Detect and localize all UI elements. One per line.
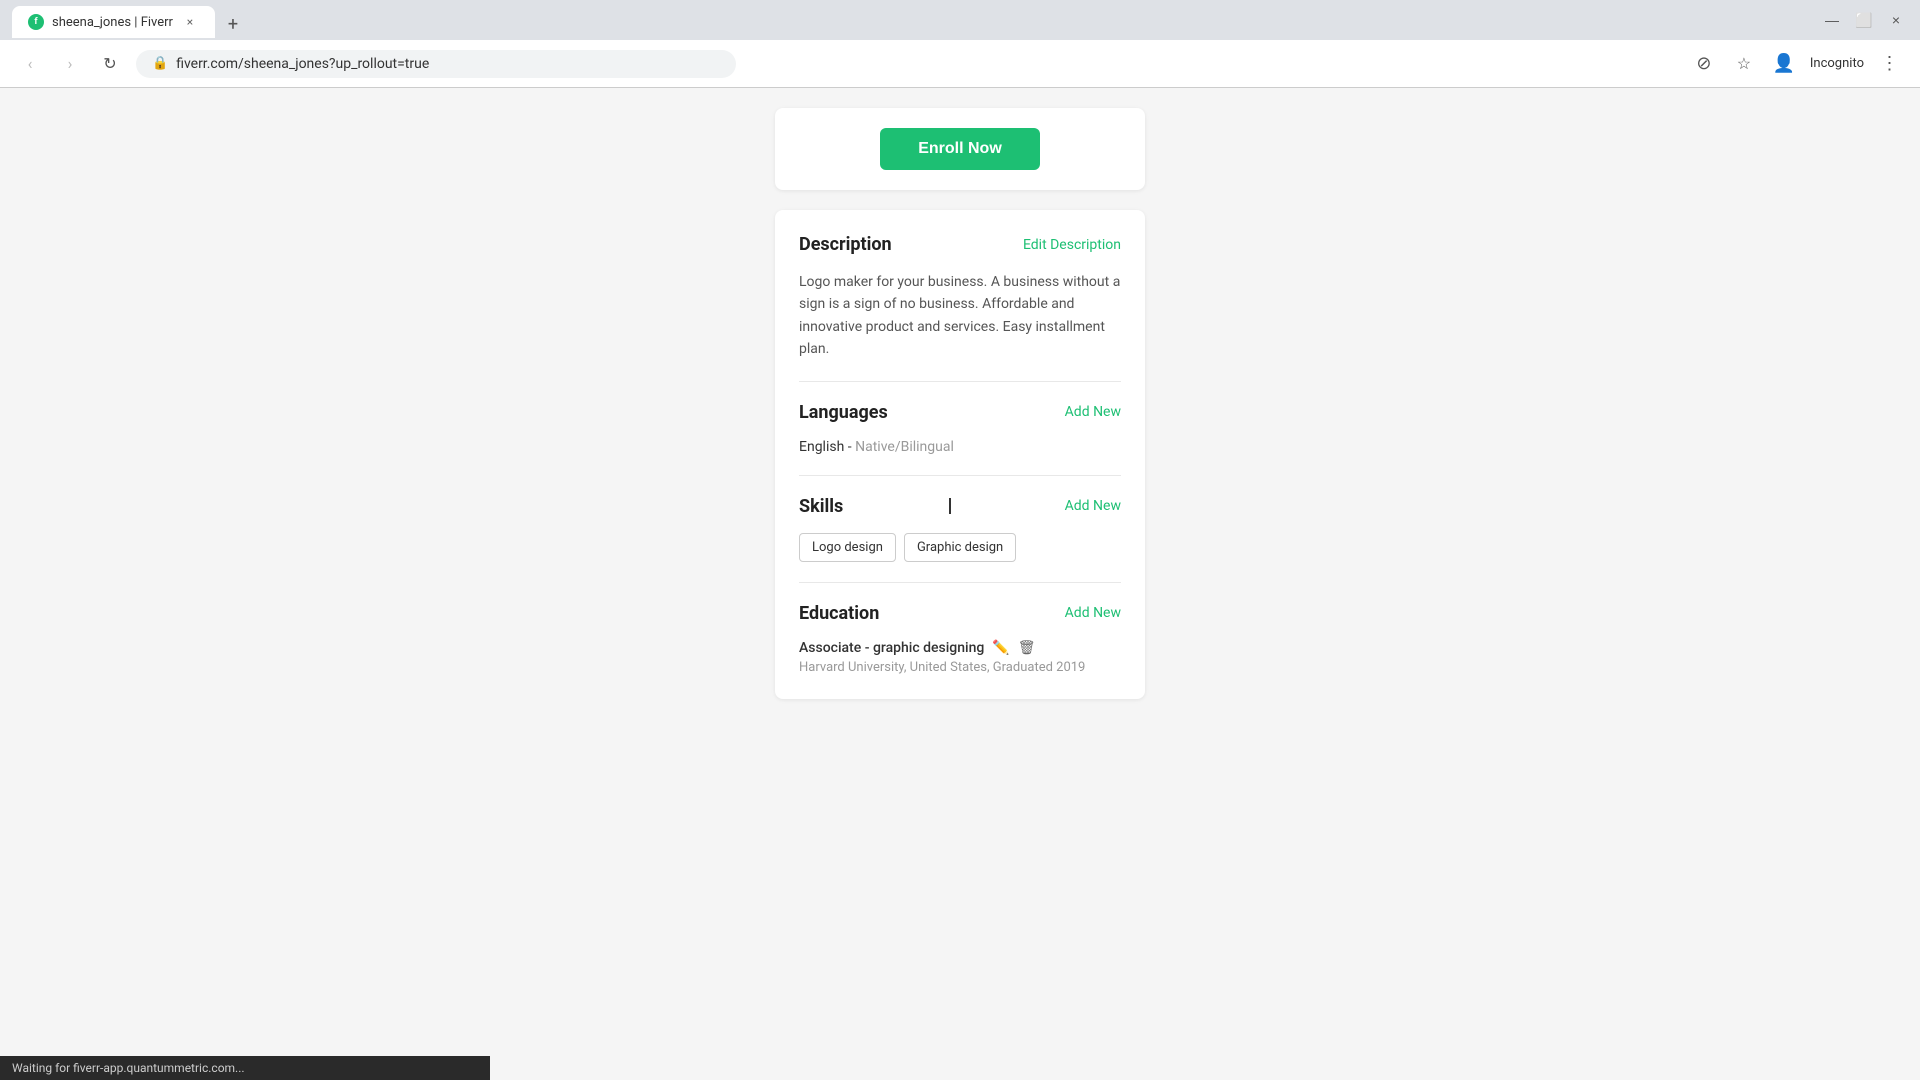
reload-button[interactable]: ↻ [96, 50, 124, 78]
description-section-header: Description Edit Description [799, 234, 1121, 255]
status-bar: Waiting for fiverr-app.quantummetric.com… [0, 1056, 490, 1080]
skill-tag-logo-design: Logo design [799, 533, 896, 562]
education-detail: Harvard University, United States, Gradu… [799, 660, 1121, 675]
profile-icon[interactable]: 👤 [1770, 50, 1798, 78]
maximize-button[interactable]: ⬜ [1852, 8, 1876, 32]
browser-tab[interactable]: f sheena_jones | Fiverr × [12, 6, 215, 38]
add-language-link[interactable]: Add New [1065, 404, 1121, 420]
status-text: Waiting for fiverr-app.quantummetric.com… [12, 1061, 245, 1075]
tab-favicon: f [28, 14, 44, 30]
edit-description-link[interactable]: Edit Description [1023, 237, 1121, 253]
language-level: Native/Bilingual [855, 439, 954, 455]
cast-icon[interactable]: ⊘ [1690, 50, 1718, 78]
education-item: Associate - graphic designing ✏️ 🗑 Harva… [799, 640, 1121, 675]
close-button[interactable]: × [1884, 8, 1908, 32]
profile-card: Description Edit Description Logo maker … [775, 210, 1145, 699]
skills-container: Logo design Graphic design [799, 533, 1121, 562]
education-section-header: Education Add New [799, 603, 1121, 624]
url-text: fiverr.com/sheena_jones?up_rollout=true [176, 56, 429, 72]
url-bar[interactable]: 🔒 fiverr.com/sheena_jones?up_rollout=tru… [136, 50, 736, 78]
divider-1 [799, 381, 1121, 382]
window-controls: — ⬜ × [1820, 8, 1908, 32]
address-actions: ⊘ ☆ 👤 Incognito ⋮ [1690, 50, 1904, 78]
title-bar: f sheena_jones | Fiverr × + — ⬜ × [0, 0, 1920, 40]
language-item: English - Native/Bilingual [799, 439, 1121, 455]
menu-icon[interactable]: ⋮ [1876, 50, 1904, 78]
description-title: Description [799, 234, 892, 255]
description-text: Logo maker for your business. A business… [799, 271, 1121, 361]
enroll-card: Enroll Now [775, 108, 1145, 190]
languages-title: Languages [799, 402, 888, 423]
education-degree-text: Associate - graphic designing [799, 640, 984, 656]
divider-3 [799, 582, 1121, 583]
tab-close-button[interactable]: × [181, 13, 199, 31]
tab-title: sheena_jones | Fiverr [52, 15, 173, 30]
education-edit-icon[interactable]: ✏️ [992, 640, 1009, 656]
skills-section-header: Skills Add New [799, 496, 1121, 517]
enroll-now-button[interactable]: Enroll Now [880, 128, 1040, 170]
forward-button[interactable]: › [56, 50, 84, 78]
address-bar: ‹ › ↻ 🔒 fiverr.com/sheena_jones?up_rollo… [0, 40, 1920, 88]
new-tab-button[interactable]: + [219, 10, 247, 38]
education-delete-icon[interactable]: 🗑 [1018, 640, 1036, 656]
incognito-label: Incognito [1810, 56, 1864, 71]
minimize-button[interactable]: — [1820, 8, 1844, 32]
bookmark-icon[interactable]: ☆ [1730, 50, 1758, 78]
languages-section-header: Languages Add New [799, 402, 1121, 423]
browser-chrome: f sheena_jones | Fiverr × + — ⬜ × ‹ › ↻ … [0, 0, 1920, 88]
divider-2 [799, 475, 1121, 476]
back-button[interactable]: ‹ [16, 50, 44, 78]
main-area: Enroll Now Description Edit Description … [715, 88, 1205, 1044]
education-degree-row: Associate - graphic designing ✏️ 🗑 [799, 640, 1121, 656]
page-content: Enroll Now Description Edit Description … [0, 88, 1920, 1044]
education-title: Education [799, 603, 879, 624]
add-education-link[interactable]: Add New [1065, 605, 1121, 621]
lock-icon: 🔒 [152, 56, 168, 71]
add-skill-link[interactable]: Add New [1065, 498, 1121, 514]
skill-tag-graphic-design: Graphic design [904, 533, 1016, 562]
skills-title: Skills [799, 496, 843, 517]
language-name: English [799, 439, 844, 455]
